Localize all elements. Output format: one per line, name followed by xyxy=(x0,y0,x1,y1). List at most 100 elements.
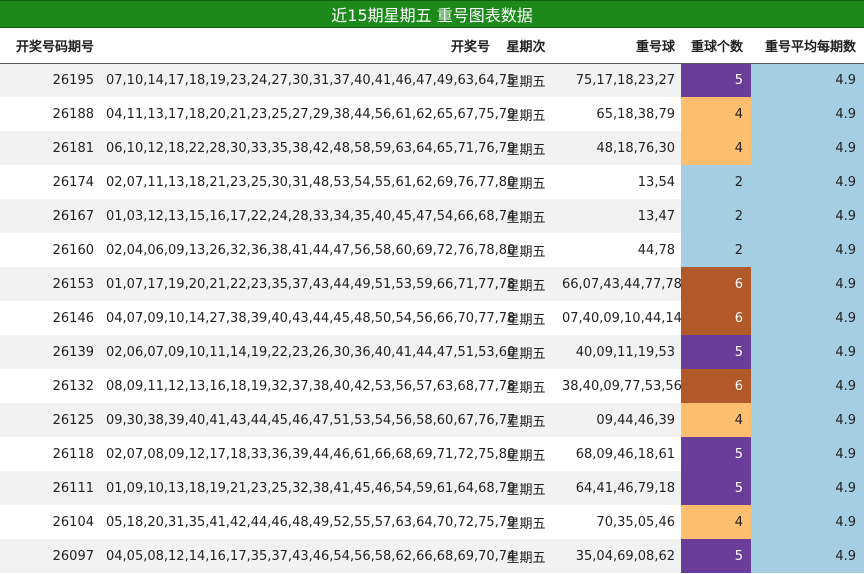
count-cell: 4 xyxy=(681,97,751,131)
issue-cell: 26132 xyxy=(0,369,100,403)
repeat-number-table: 开奖号码期号 开奖号 星期次 重号球 重球个数 重号平均每期数 26195 07,… xyxy=(0,28,864,573)
avg-cell: 4.9 xyxy=(751,131,864,165)
issue-cell: 26160 xyxy=(0,233,100,267)
avg-cell: 4.9 xyxy=(751,539,864,573)
avg-cell: 4.9 xyxy=(751,199,864,233)
table-row: 26132 08,09,11,12,13,16,18,19,32,37,38,40… xyxy=(0,369,864,403)
table-row: 26118 02,07,08,09,12,17,18,33,36,39,44,46… xyxy=(0,437,864,471)
repeat-cell: 66,07,43,44,77,78 xyxy=(556,267,682,301)
numbers-cell: 04,11,13,17,18,20,21,23,25,27,29,38,44,5… xyxy=(100,97,515,131)
header-avg: 重号平均每期数 xyxy=(751,28,864,64)
numbers-cell: 02,07,11,13,18,21,23,25,30,31,48,53,54,5… xyxy=(100,165,515,199)
numbers-cell: 01,09,10,13,18,19,21,23,25,32,38,41,45,4… xyxy=(100,471,515,505)
report-container: 近15期星期五 重号图表数据 开奖号码期号 开奖号 星期次 重号球 重球个数 重… xyxy=(0,0,864,574)
repeat-cell: 13,47 xyxy=(556,199,681,233)
repeat-cell: 48,18,76,30 xyxy=(556,131,681,165)
repeat-cell: 40,09,11,19,53 xyxy=(556,335,681,369)
issue-cell: 26195 xyxy=(0,63,100,97)
header-issue: 开奖号码期号 xyxy=(0,28,100,64)
table-row: 26104 05,18,20,31,35,41,42,44,46,48,49,52… xyxy=(0,505,864,539)
table-row: 26188 04,11,13,17,18,20,21,23,25,27,29,38… xyxy=(0,97,864,131)
count-cell: 6 xyxy=(681,267,751,301)
issue-cell: 26181 xyxy=(0,131,100,165)
count-cell: 4 xyxy=(681,131,751,165)
issue-cell: 26111 xyxy=(0,471,100,505)
table-row: 26097 04,05,08,12,14,16,17,35,37,43,46,54… xyxy=(0,539,864,573)
numbers-cell: 06,10,12,18,22,28,30,33,35,38,42,48,58,5… xyxy=(100,131,515,165)
header-count: 重球个数 xyxy=(681,28,751,64)
repeat-cell: 35,04,69,08,62 xyxy=(556,539,681,573)
table-row: 26153 01,07,17,19,20,21,22,23,35,37,43,44… xyxy=(0,267,864,301)
table-row: 26167 01,03,12,13,15,16,17,22,24,28,33,34… xyxy=(0,199,864,233)
numbers-cell: 02,07,08,09,12,17,18,33,36,39,44,46,61,6… xyxy=(100,437,515,471)
avg-cell: 4.9 xyxy=(751,471,864,505)
table-body: 26195 07,10,14,17,18,19,23,24,27,30,31,37… xyxy=(0,63,864,573)
numbers-cell: 02,04,06,09,13,26,32,36,38,41,44,47,56,5… xyxy=(100,233,515,267)
repeat-cell: 64,41,46,79,18 xyxy=(556,471,681,505)
header-numbers: 开奖号 xyxy=(100,28,496,64)
issue-cell: 26097 xyxy=(0,539,100,573)
repeat-cell: 68,09,46,18,61 xyxy=(556,437,681,471)
numbers-cell: 02,06,07,09,10,11,14,19,22,23,26,30,36,4… xyxy=(100,335,515,369)
table-row: 26174 02,07,11,13,18,21,23,25,30,31,48,53… xyxy=(0,165,864,199)
table-row: 26125 09,30,38,39,40,41,43,44,45,46,47,51… xyxy=(0,403,864,437)
table-title: 近15期星期五 重号图表数据 xyxy=(0,0,864,28)
issue-cell: 26188 xyxy=(0,97,100,131)
header-row: 开奖号码期号 开奖号 星期次 重号球 重球个数 重号平均每期数 xyxy=(0,28,864,64)
table-row: 26146 04,07,09,10,14,27,38,39,40,43,44,45… xyxy=(0,301,864,335)
avg-cell: 4.9 xyxy=(751,437,864,471)
repeat-cell: 70,35,05,46 xyxy=(556,505,681,539)
header-weekday: 星期次 xyxy=(496,28,556,64)
count-cell: 5 xyxy=(681,471,751,505)
avg-cell: 4.9 xyxy=(751,63,864,97)
issue-cell: 26146 xyxy=(0,301,100,335)
numbers-cell: 04,07,09,10,14,27,38,39,40,43,44,45,48,5… xyxy=(100,301,515,335)
avg-cell: 4.9 xyxy=(751,267,864,301)
count-cell: 5 xyxy=(681,539,751,573)
avg-cell: 4.9 xyxy=(751,301,864,335)
numbers-cell: 05,18,20,31,35,41,42,44,46,48,49,52,55,5… xyxy=(100,505,515,539)
issue-cell: 26174 xyxy=(0,165,100,199)
repeat-cell: 13,54 xyxy=(556,165,681,199)
count-cell: 2 xyxy=(681,199,751,233)
table-row: 26111 01,09,10,13,18,19,21,23,25,32,38,41… xyxy=(0,471,864,505)
numbers-cell: 01,07,17,19,20,21,22,23,35,37,43,44,49,5… xyxy=(100,267,515,301)
count-cell: 5 xyxy=(681,335,751,369)
repeat-cell: 38,40,09,77,53,56 xyxy=(556,369,682,403)
table-row: 26195 07,10,14,17,18,19,23,24,27,30,31,37… xyxy=(0,63,864,97)
repeat-cell: 65,18,38,79 xyxy=(556,97,681,131)
issue-cell: 26167 xyxy=(0,199,100,233)
issue-cell: 26118 xyxy=(0,437,100,471)
avg-cell: 4.9 xyxy=(751,369,864,403)
count-cell: 5 xyxy=(681,63,751,97)
count-cell: 2 xyxy=(681,165,751,199)
count-cell: 6 xyxy=(681,369,751,403)
avg-cell: 4.9 xyxy=(751,505,864,539)
header-repeat: 重号球 xyxy=(556,28,681,64)
table-row: 26181 06,10,12,18,22,28,30,33,35,38,42,48… xyxy=(0,131,864,165)
count-cell: 6 xyxy=(681,301,751,335)
table-row: 26139 02,06,07,09,10,11,14,19,22,23,26,30… xyxy=(0,335,864,369)
table-row: 26160 02,04,06,09,13,26,32,36,38,41,44,47… xyxy=(0,233,864,267)
numbers-cell: 08,09,11,12,13,16,18,19,32,37,38,40,42,5… xyxy=(100,369,515,403)
avg-cell: 4.9 xyxy=(751,165,864,199)
issue-cell: 26125 xyxy=(0,403,100,437)
repeat-cell: 44,78 xyxy=(556,233,681,267)
issue-cell: 26153 xyxy=(0,267,100,301)
avg-cell: 4.9 xyxy=(751,97,864,131)
numbers-cell: 07,10,14,17,18,19,23,24,27,30,31,37,40,4… xyxy=(100,63,515,97)
issue-cell: 26139 xyxy=(0,335,100,369)
avg-cell: 4.9 xyxy=(751,335,864,369)
avg-cell: 4.9 xyxy=(751,403,864,437)
issue-cell: 26104 xyxy=(0,505,100,539)
count-cell: 4 xyxy=(681,505,751,539)
count-cell: 2 xyxy=(681,233,751,267)
numbers-cell: 09,30,38,39,40,41,43,44,45,46,47,51,53,5… xyxy=(100,403,515,437)
count-cell: 4 xyxy=(681,403,751,437)
repeat-cell: 07,40,09,10,44,14 xyxy=(556,301,682,335)
numbers-cell: 01,03,12,13,15,16,17,22,24,28,33,34,35,4… xyxy=(100,199,515,233)
avg-cell: 4.9 xyxy=(751,233,864,267)
numbers-cell: 04,05,08,12,14,16,17,35,37,43,46,54,56,5… xyxy=(100,539,515,573)
count-cell: 5 xyxy=(681,437,751,471)
repeat-cell: 09,44,46,39 xyxy=(556,403,681,437)
